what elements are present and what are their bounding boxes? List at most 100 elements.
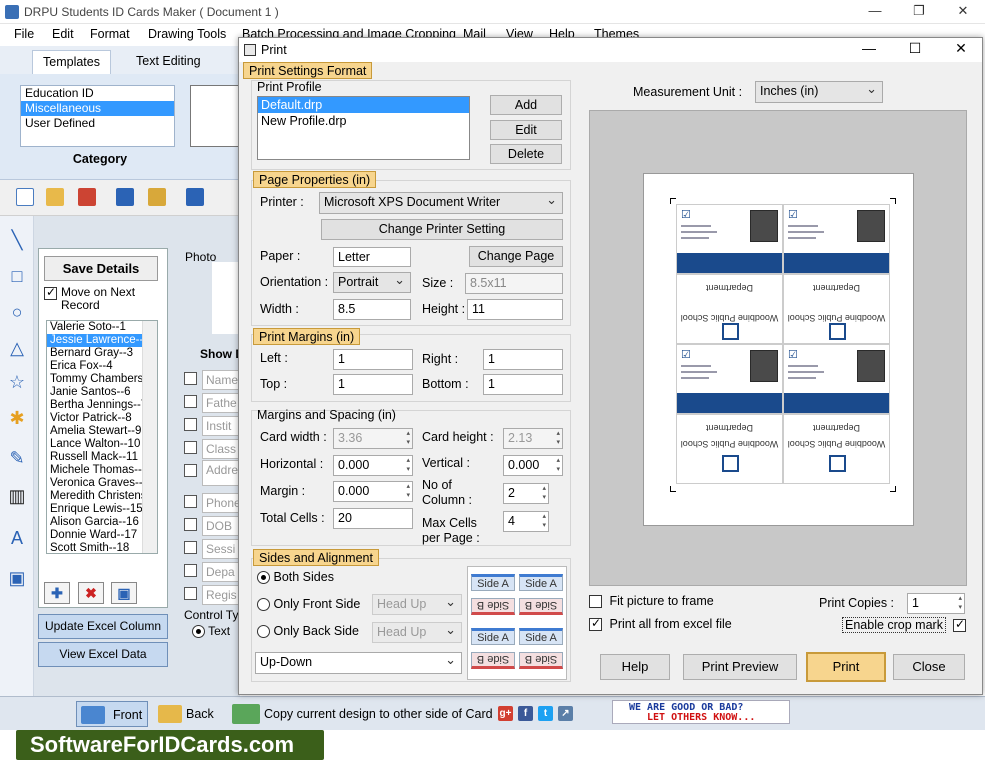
control-type-text-option[interactable]: Text: [192, 624, 230, 639]
category-item[interactable]: Miscellaneous: [21, 101, 174, 116]
field-input[interactable]: Name: [202, 370, 242, 390]
copy-design-button[interactable]: Copy current design to other side of Car…: [232, 701, 493, 727]
measurement-unit-select[interactable]: Inches (in): [755, 81, 883, 103]
field-checkbox[interactable]: [184, 587, 197, 600]
print-all-option[interactable]: Print all from excel file: [589, 616, 732, 632]
card-width-field[interactable]: 3.36: [333, 428, 413, 449]
save-details-button[interactable]: Save Details: [44, 256, 158, 281]
height-field[interactable]: 11: [467, 299, 563, 320]
printer-select[interactable]: Microsoft XPS Document Writer: [319, 192, 563, 214]
category-item[interactable]: Education ID: [21, 86, 174, 101]
minimize-icon[interactable]: —: [853, 0, 897, 24]
max-cells-field[interactable]: 4: [503, 511, 549, 532]
field-checkbox[interactable]: [184, 418, 197, 431]
view-excel-data-button[interactable]: View Excel Data: [38, 642, 168, 667]
close-icon[interactable]: ✕: [941, 0, 985, 24]
list-item[interactable]: Enrique Lewis--15: [47, 503, 157, 516]
menu-drawing-tools[interactable]: Drawing Tools: [148, 27, 226, 41]
width-field[interactable]: 8.5: [333, 299, 411, 320]
back-head-select[interactable]: Head Up: [372, 622, 462, 643]
both-sides-option[interactable]: Both Sides: [257, 570, 334, 585]
print-preview-button[interactable]: Print Preview: [683, 654, 797, 680]
tab-text-editing[interactable]: Text Editing: [126, 50, 211, 74]
record-list-scrollbar[interactable]: [142, 321, 157, 553]
list-item[interactable]: Janie Santos--6: [47, 386, 157, 399]
line-icon[interactable]: ╲: [7, 230, 27, 250]
symbol-icon[interactable]: ✱: [7, 408, 27, 428]
new-icon[interactable]: [16, 188, 34, 206]
category-list[interactable]: Education ID Miscellaneous User Defined: [20, 85, 175, 147]
orientation-select[interactable]: Portrait: [333, 272, 411, 293]
field-input[interactable]: Fathe: [202, 393, 242, 413]
signature-icon[interactable]: ✎: [7, 448, 27, 468]
add-record-button[interactable]: ✚: [44, 582, 70, 604]
close-doc-icon[interactable]: [78, 188, 96, 206]
horizontal-field[interactable]: 0.000: [333, 455, 413, 476]
field-input[interactable]: Depa: [202, 562, 242, 582]
text-icon[interactable]: A: [7, 528, 27, 548]
list-item[interactable]: Bertha Jennings--7: [47, 399, 157, 412]
field-input[interactable]: Instit: [202, 416, 242, 436]
list-item[interactable]: Meredith Christense: [47, 490, 157, 503]
list-item[interactable]: Jessie Lawrence--2: [47, 334, 157, 347]
field-input[interactable]: DOB: [202, 516, 242, 536]
triangle-icon[interactable]: △: [7, 338, 27, 358]
field-checkbox[interactable]: [184, 495, 197, 508]
list-item[interactable]: Erica Fox--4: [47, 360, 157, 373]
list-item[interactable]: Alison Garcia--16: [47, 516, 157, 529]
list-item[interactable]: Russell Mack--11: [47, 451, 157, 464]
dialog-minimize-icon[interactable]: —: [849, 40, 889, 56]
enable-crop-checkbox[interactable]: [953, 617, 966, 633]
profile-list[interactable]: Default.drp New Profile.drp: [257, 96, 470, 160]
field-checkbox[interactable]: [184, 395, 197, 408]
list-item[interactable]: Bernard Gray--3: [47, 347, 157, 360]
list-item[interactable]: Amelia Stewart--9: [47, 425, 157, 438]
list-item[interactable]: Valerie Soto--1: [47, 321, 157, 334]
open-icon[interactable]: [46, 188, 64, 206]
card-height-field[interactable]: 2.13: [503, 428, 563, 449]
google-plus-icon[interactable]: g+: [498, 706, 513, 721]
star-icon[interactable]: ☆: [7, 372, 27, 392]
field-input[interactable]: Phone: [202, 493, 242, 513]
only-front-radio[interactable]: [257, 598, 270, 612]
feedback-banner[interactable]: WE ARE GOOD OR BAD? LET OTHERS KNOW...: [612, 700, 790, 724]
move-next-option[interactable]: Move on Next Record: [44, 285, 162, 312]
close-button[interactable]: Close: [893, 654, 965, 680]
right-margin-field[interactable]: 1: [483, 349, 563, 370]
field-input[interactable]: Regis: [202, 585, 242, 605]
no-column-field[interactable]: 2: [503, 483, 549, 504]
profile-item[interactable]: Default.drp: [258, 97, 469, 113]
change-printer-setting-button[interactable]: Change Printer Setting: [321, 219, 563, 240]
both-sides-radio[interactable]: [257, 571, 270, 585]
photo-preview[interactable]: [212, 262, 240, 334]
dialog-maximize-icon[interactable]: ☐: [895, 40, 935, 57]
print-copies-field[interactable]: 1: [907, 593, 965, 614]
vertical-field[interactable]: 0.000: [503, 455, 563, 476]
list-item[interactable]: Veronica Graves--1: [47, 477, 157, 490]
list-item[interactable]: Scott Smith--18: [47, 542, 157, 553]
list-item[interactable]: Victor Patrick--8: [47, 412, 157, 425]
fit-picture-checkbox[interactable]: [589, 595, 602, 609]
facebook-icon[interactable]: f: [518, 706, 533, 721]
share-icon[interactable]: ↗: [558, 706, 573, 721]
tab-templates[interactable]: Templates: [32, 50, 111, 74]
only-back-radio[interactable]: [257, 625, 270, 639]
field-input[interactable]: Class: [202, 439, 242, 459]
field-input[interactable]: Addre: [202, 460, 242, 486]
fit-picture-option[interactable]: Fit picture to frame: [589, 594, 714, 609]
size-field[interactable]: 8.5x11: [465, 273, 563, 294]
ellipse-icon[interactable]: ○: [7, 302, 27, 322]
back-button[interactable]: Back: [156, 701, 220, 727]
front-button[interactable]: Front: [76, 701, 148, 727]
enable-crop-option[interactable]: [953, 617, 966, 633]
field-input[interactable]: Sessi: [202, 539, 242, 559]
twitter-icon[interactable]: t: [538, 706, 553, 721]
update-excel-column-button[interactable]: Update Excel Column: [38, 614, 168, 639]
only-back-option[interactable]: Only Back Side: [257, 624, 359, 639]
delete-record-button[interactable]: ✖: [78, 582, 104, 604]
field-checkbox[interactable]: [184, 441, 197, 454]
front-head-select[interactable]: Head Up: [372, 594, 462, 615]
left-margin-field[interactable]: 1: [333, 349, 413, 370]
edit-profile-button[interactable]: Edit: [490, 120, 562, 140]
menu-format[interactable]: Format: [90, 27, 130, 41]
